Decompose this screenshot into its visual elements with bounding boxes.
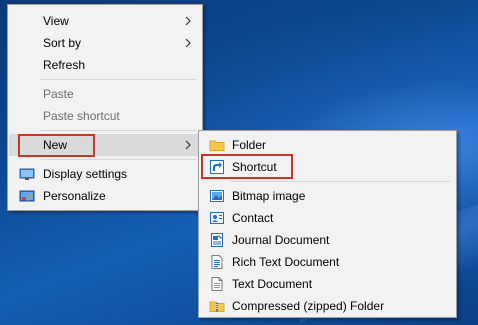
- submenu-item-shortcut[interactable]: Shortcut: [200, 156, 455, 178]
- menu-item-label: View: [43, 14, 69, 28]
- submenu-item-folder[interactable]: Folder: [200, 134, 455, 156]
- menu-item-label: Personalize: [43, 189, 106, 203]
- menu-item-label: Paste shortcut: [43, 109, 120, 123]
- bitmap-icon: [210, 190, 224, 202]
- menu-item-sort-by[interactable]: Sort by: [9, 32, 201, 54]
- menu-item-label: Refresh: [43, 58, 86, 72]
- submenu-item-label: Folder: [232, 138, 267, 152]
- menu-item-display-settings[interactable]: Display settings: [9, 163, 201, 185]
- zip-folder-icon: [209, 301, 225, 312]
- contact-icon: [210, 212, 224, 224]
- journal-icon: [211, 233, 223, 247]
- menu-item-refresh[interactable]: Refresh: [9, 54, 201, 76]
- submenu-item-label: Text Document: [232, 277, 313, 291]
- menu-item-label: Display settings: [43, 167, 128, 181]
- submenu-item-label: Contact: [232, 211, 274, 225]
- submenu-item-contact[interactable]: Contact: [200, 207, 455, 229]
- submenu-item-label: Journal Document: [232, 233, 330, 247]
- shortcut-icon: [210, 160, 224, 174]
- submenu-item-rich-text-document[interactable]: Rich Text Document: [200, 251, 455, 273]
- menu-separator: [230, 181, 450, 182]
- menu-item-new[interactable]: New: [9, 134, 201, 156]
- submenu-item-text-document[interactable]: Text Document: [200, 273, 455, 295]
- chevron-right-icon: [185, 140, 191, 150]
- menu-item-paste-shortcut[interactable]: Paste shortcut: [9, 105, 201, 127]
- menu-item-label: Sort by: [43, 36, 82, 50]
- chevron-right-icon: [185, 38, 191, 48]
- menu-item-label: New: [43, 138, 68, 152]
- submenu-item-label: Compressed (zipped) Folder: [232, 299, 385, 313]
- chevron-right-icon: [185, 16, 191, 26]
- rich-text-icon: [211, 255, 223, 269]
- menu-item-personalize[interactable]: Personalize: [9, 185, 201, 207]
- submenu-item-bitmap-image[interactable]: Bitmap image: [200, 185, 455, 207]
- personalize-icon: [19, 190, 35, 202]
- menu-separator: [41, 159, 196, 160]
- menu-item-paste[interactable]: Paste: [9, 83, 201, 105]
- folder-icon: [209, 140, 225, 151]
- new-submenu: Folder Shortcut Bitmap image Contact Jou…: [198, 130, 457, 318]
- menu-item-label: Paste: [43, 87, 74, 101]
- menu-item-view[interactable]: View: [9, 10, 201, 32]
- submenu-item-label: Shortcut: [232, 160, 277, 174]
- text-document-icon: [211, 277, 223, 291]
- display-icon: [19, 168, 35, 180]
- submenu-item-journal-document[interactable]: Journal Document: [200, 229, 455, 251]
- submenu-item-compressed-folder[interactable]: Compressed (zipped) Folder: [200, 295, 455, 317]
- submenu-item-label: Bitmap image: [232, 189, 306, 203]
- desktop-context-menu: View Sort by Refresh Paste Paste shortcu…: [7, 4, 203, 211]
- submenu-item-label: Rich Text Document: [232, 255, 340, 269]
- menu-separator: [41, 130, 196, 131]
- menu-separator: [41, 79, 196, 80]
